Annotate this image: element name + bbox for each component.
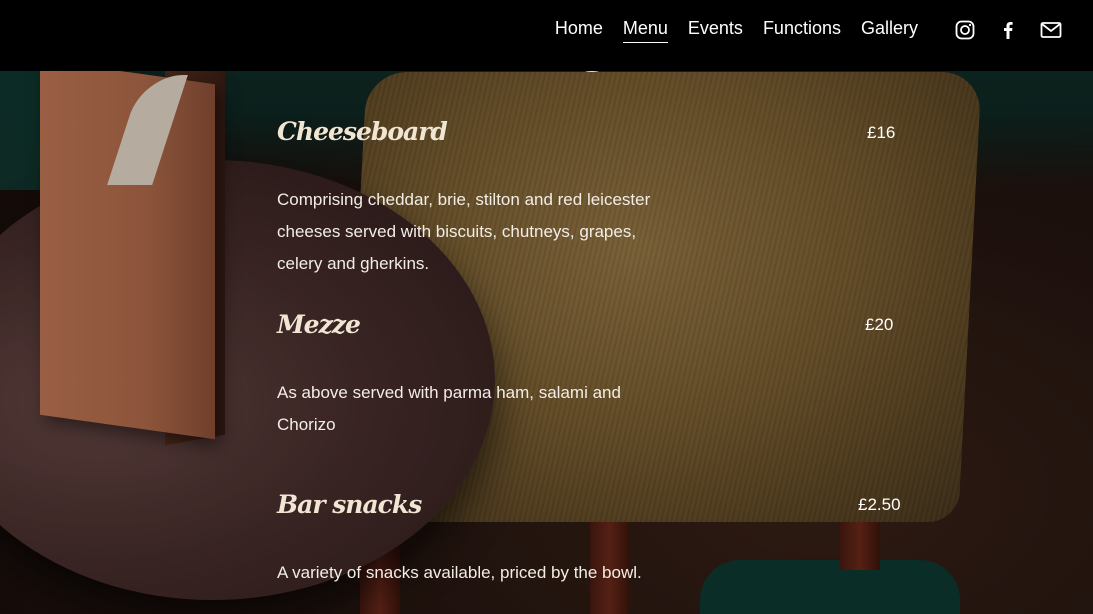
menu-item-description: A variety of snacks available, priced by… <box>277 563 642 582</box>
menu-item-price: £2.50 <box>858 495 901 514</box>
nav-functions[interactable]: Functions <box>763 18 841 43</box>
nav-events[interactable]: Events <box>688 18 743 43</box>
menu-item-price: £16 <box>867 123 896 142</box>
menu-item-name: Cheeseboard <box>277 117 448 146</box>
menu-item-description: As above served with parma ham, salami a… <box>277 383 621 434</box>
menu-section: Cheeseboard £16 Comprising cheddar, brie… <box>0 0 1093 614</box>
menu-item-name: Bar snacks <box>277 490 422 519</box>
mail-icon[interactable] <box>1039 18 1063 42</box>
menu-item-price: £20 <box>865 315 894 334</box>
instagram-icon[interactable] <box>953 18 977 42</box>
nav-gallery[interactable]: Gallery <box>861 18 918 43</box>
social-links <box>953 18 1063 42</box>
nav-home[interactable]: Home <box>555 18 603 43</box>
nav-menu[interactable]: Menu <box>622 18 668 43</box>
menu-item-description: Comprising cheddar, brie, stilton and re… <box>277 190 651 273</box>
site-header: Home Menu Events Functions Gallery <box>0 0 1093 71</box>
facebook-icon[interactable] <box>996 18 1020 42</box>
menu-item-name: Mezze <box>277 310 361 339</box>
main-nav: Home Menu Events Functions Gallery <box>535 18 918 43</box>
